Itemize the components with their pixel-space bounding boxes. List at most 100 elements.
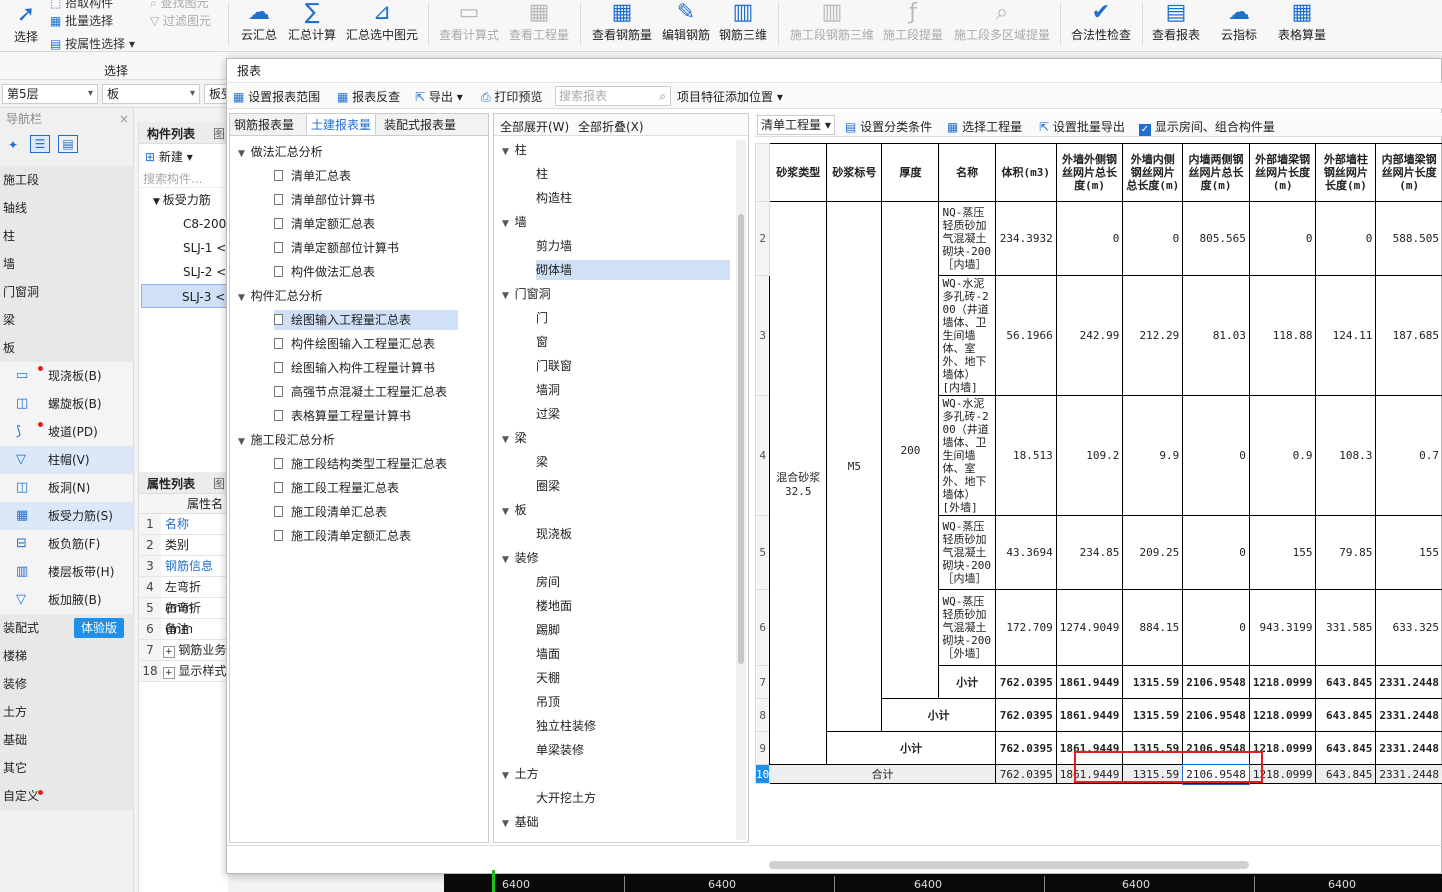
category-tree-item[interactable]: 门 [536,308,548,328]
tab-property-list[interactable]: 属性列表 [147,475,195,492]
value-cell[interactable]: 155 [1248,515,1317,590]
legality-check-button[interactable]: ✔ 合法性检查 [1066,0,1136,43]
subtotal-value[interactable]: 643.845 [1315,731,1377,765]
name-cell[interactable]: NQ-蒸压轻质砂加气混凝土砌块-200［内墙］ [938,201,996,276]
category-tree-item[interactable]: 圈梁 [536,476,560,496]
value-cell[interactable]: 81.03 [1182,275,1250,396]
report-tree-item[interactable]: 构件做法汇总表 [274,262,375,282]
rebar-3d-button[interactable]: ▥ 钢筋三维 [716,0,770,43]
view-rebar-button[interactable]: ▦ 查看钢筋量 [588,0,656,43]
value-cell[interactable]: 79.85 [1315,515,1377,590]
column-header[interactable]: 外部墙柱钢丝网片长度(m) [1315,143,1377,202]
horizontal-scrollbar[interactable] [769,861,1249,869]
name-cell[interactable]: WQ-水泥多孔砖-200（井道墙体、卫生间墙体、室外、地下墙体）[外墙] [938,395,996,516]
close-icon[interactable]: × [119,108,129,130]
report-tree-item[interactable]: 构件绘图输入工程量汇总表 [274,334,435,354]
collapse-all-button[interactable]: 全部折叠(X) [578,118,644,135]
category-tree-item[interactable]: 天棚 [536,668,560,688]
nav-subitem[interactable]: ⊟ 板负筋(F) [0,530,133,558]
value-cell[interactable]: 234.3932 [994,201,1057,276]
table-row[interactable]: 2 混合砂浆32.5 M5 200 NQ-蒸压轻质砂加气混凝土砌块-200［内墙］ 234… [755,201,1442,765]
name-cell[interactable]: WQ-蒸压轻质砂加气混凝土砌块-200［外墙］ [938,589,996,666]
nav-item-assembly[interactable]: 装配式 体验版 [0,614,133,642]
pin-icon[interactable]: ✦ [8,138,18,152]
total-value[interactable]: 2331.2448 [1375,764,1442,784]
value-cell[interactable]: 0 [1122,201,1184,276]
select-quantity-button[interactable]: ▦ 选择工程量 [947,118,1022,135]
category-tree-group[interactable]: ▼ 板 [502,500,527,520]
nav-subitem[interactable]: ◫ 板洞(N) [0,474,133,502]
nav-item-slab[interactable]: 板 [0,334,133,362]
column-header[interactable]: 外部墙梁钢丝网片长度(m) [1248,143,1317,202]
property-row[interactable]: 4 左弯折(mm [139,577,229,615]
nav-item-column[interactable]: 柱 [0,222,133,250]
nav-subitem[interactable]: ▥ 楼层板带(H) [0,558,133,586]
tab-layer[interactable]: 图 [213,125,225,142]
subtotal-value[interactable]: 643.845 [1315,665,1377,699]
subtotal-value[interactable]: 643.845 [1315,698,1377,732]
category-tree-item[interactable]: 剪力墙 [536,236,572,256]
column-header[interactable]: 内墙两侧钢丝网片总长度(m) [1182,143,1250,202]
find-element-button[interactable]: ⌕ 查找图元 [150,0,209,11]
expand-all-button[interactable]: 全部展开(W) [500,118,569,135]
subtotal-value[interactable]: 2331.2448 [1375,731,1442,765]
stage-multi-area-button[interactable]: ⌕ 施工段多区域提量 [950,0,1054,43]
sum-calc-button[interactable]: ∑ 汇总计算 [284,0,340,43]
category-tree-item[interactable]: 门联窗 [536,356,572,376]
category-tree-item[interactable]: 楼地面 [536,596,572,616]
category-tree-item[interactable]: 单梁装修 [536,740,584,760]
nav-item-decoration[interactable]: 装修 [0,670,133,698]
tab-component-list[interactable]: 构件列表 [147,125,195,142]
mortar-grade-cell[interactable]: M5 [826,201,883,732]
report-tree-item[interactable]: 施工段结构类型工程量汇总表 [274,454,447,474]
tab-layer-2[interactable]: 图 [213,475,225,492]
nav-subitem[interactable]: ▽ 板加腋(B) [0,586,133,614]
category-tree-item[interactable]: 墙洞 [536,380,560,400]
column-header[interactable]: 外墙内侧钢丝网片总长度(m) [1122,143,1184,202]
value-cell[interactable]: 0 [1182,395,1250,516]
component-item-selected[interactable]: SLJ-3 < [141,284,228,308]
category-tree-item[interactable]: 大开挖土方 [536,788,596,808]
reverse-lookup-button[interactable]: ▦ 报表反查 [337,88,400,105]
view-quantity-button[interactable]: ▦ 查看工程量 [506,0,572,43]
value-cell[interactable]: 0 [1182,589,1250,666]
tab-civil-report[interactable]: 土建报表量 [306,113,377,135]
property-row[interactable]: 6 备注 [139,619,229,640]
category-tree-group[interactable]: ▼ 土方 [502,764,539,784]
report-tree-item[interactable]: 高强节点混凝土工程量汇总表 [274,382,447,402]
sum-selected-button[interactable]: ⊿ 汇总选中图元 [342,0,422,43]
floor-select[interactable]: 第5层 [2,84,98,104]
print-preview-button[interactable]: ⎙ 打印预览 [481,88,542,105]
report-tree-group[interactable]: ▼ 构件汇总分析 [238,286,323,306]
column-header[interactable]: 体积(m3) [994,143,1057,202]
subtotal-value[interactable]: 762.0395 [994,698,1057,732]
column-header[interactable]: 内部墙梁钢丝网片长度(m) [1375,143,1442,202]
set-category-button[interactable]: ▤ 设置分类条件 [845,118,932,135]
category-tree-group[interactable]: ▼ 梁 [502,428,527,448]
category-tree-item[interactable]: 过梁 [536,404,560,424]
category-tree-group[interactable]: ▼ 柱 [502,140,527,160]
value-cell[interactable]: 884.15 [1122,589,1184,666]
report-tree-item[interactable]: 清单部位计算书 [274,190,375,210]
subtotal-value[interactable]: 1218.0999 [1248,665,1317,699]
category-tree-item[interactable]: 踢脚 [536,620,560,640]
value-cell[interactable]: 209.25 [1122,515,1184,590]
value-cell[interactable]: 0.9 [1248,395,1317,516]
nav-subitem[interactable]: ⟆ 坡道(PD) [0,418,133,446]
value-cell[interactable]: 943.3199 [1248,589,1317,666]
thickness-cell[interactable]: 200 [881,201,940,699]
subtotal-value[interactable]: 1861.9449 [1055,698,1124,732]
export-button[interactable]: ⇱ 导出 ▾ [415,88,463,105]
show-room-checkbox[interactable]: ✓ 显示房间、组合构件量 [1139,118,1275,136]
new-component-button[interactable]: ⊞ 新建 ▾ [145,148,193,165]
subtotal-value[interactable]: 2331.2448 [1375,665,1442,699]
property-row[interactable]: 2 类别 [139,535,229,556]
scrollbar-thumb[interactable] [738,214,744,664]
category-tree-item[interactable]: 构造柱 [536,188,572,208]
report-search-input[interactable]: 搜索报表 ⌕ [555,86,671,106]
batch-export-button[interactable]: ⇱ 设置批量导出 [1039,118,1125,135]
nav-item-custom[interactable]: 自定义 [0,782,133,810]
total-value[interactable]: 762.0395 [994,764,1057,784]
category-tree-item[interactable]: 砌体墙 [536,260,730,280]
total-value[interactable]: 643.845 [1315,764,1377,784]
